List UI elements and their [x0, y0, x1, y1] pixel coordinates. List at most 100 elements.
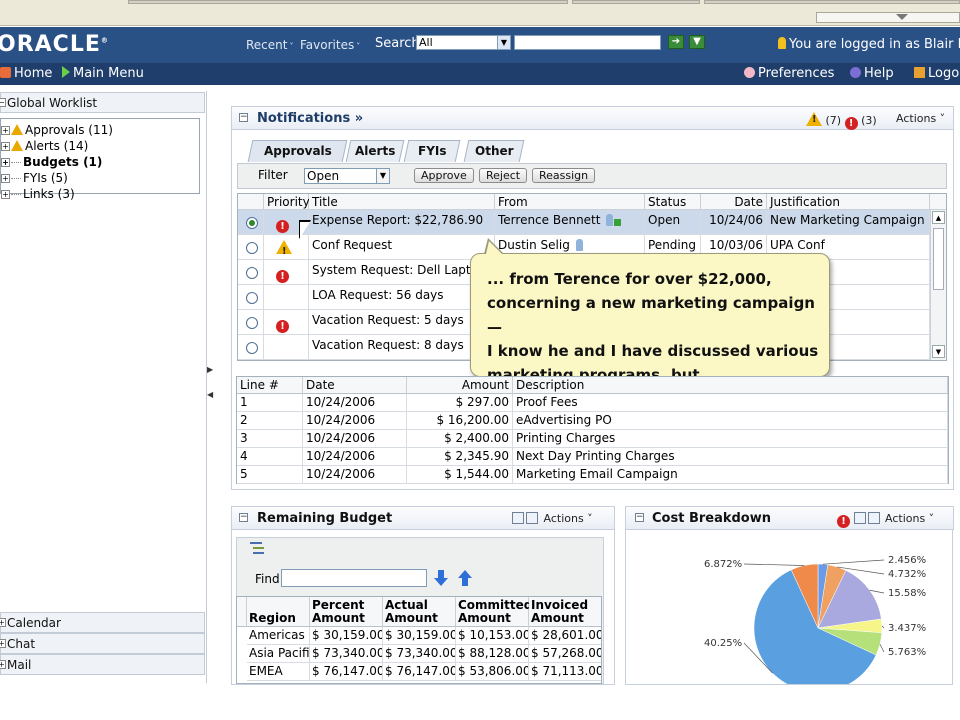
- tree-connector: [11, 178, 21, 179]
- tree-item-alerts[interactable]: + Alerts (14): [1, 139, 88, 155]
- tree-item-fyis[interactable]: + FYIs (5): [1, 171, 68, 187]
- refresh-icon[interactable]: [853, 512, 866, 524]
- row-select-cell[interactable]: [238, 210, 264, 235]
- from-text: Terrence Bennett: [498, 213, 601, 227]
- expand-icon[interactable]: +: [1, 158, 10, 167]
- favorites-menu[interactable]: Favorites ˅: [300, 38, 360, 52]
- title-text[interactable]: Vacation Request: 8 days: [312, 338, 464, 352]
- mail-header[interactable]: + Mail: [0, 654, 205, 675]
- hierarchy-icon[interactable]: [250, 541, 266, 555]
- title-text[interactable]: Conf Request: [312, 238, 392, 252]
- table-row[interactable]: ! Expense Report: $22,786.90 Terrence Benn…: [238, 210, 930, 235]
- column-header-region[interactable]: Region: [247, 597, 310, 627]
- column-header-date[interactable]: Date: [303, 377, 407, 394]
- find-input[interactable]: [281, 569, 427, 587]
- search-scope-select[interactable]: All ▼: [416, 35, 511, 50]
- tree-item-links[interactable]: + Links (3): [1, 187, 75, 203]
- row-select-cell[interactable]: [238, 260, 264, 285]
- expand-icon[interactable]: +: [1, 174, 10, 183]
- row-radio-button[interactable]: [246, 342, 258, 354]
- row-select-cell[interactable]: [238, 335, 264, 360]
- pie-leader-line: [822, 559, 885, 565]
- column-header-justification[interactable]: Justification: [767, 194, 930, 210]
- column-header-amount[interactable]: Amount: [407, 377, 513, 394]
- tree-item-budgets[interactable]: + Budgets (1): [1, 155, 102, 171]
- scroll-down-icon[interactable]: ▼: [932, 345, 945, 358]
- expand-icon[interactable]: +: [0, 618, 6, 627]
- arrow-up-icon[interactable]: [458, 570, 472, 586]
- column-header-priority[interactable]: Priority: [264, 194, 310, 210]
- row-radio-button[interactable]: [246, 267, 258, 279]
- preferences-link[interactable]: Preferences: [744, 66, 834, 81]
- column-header-actual[interactable]: Actual Amount: [383, 597, 456, 627]
- tab-fyis[interactable]: FYIs: [403, 140, 461, 162]
- reassign-button[interactable]: Reassign: [532, 168, 596, 183]
- collapse-right-icon[interactable]: ▶: [207, 365, 215, 383]
- collapse-left-icon[interactable]: ◀: [207, 390, 215, 408]
- column-header-date[interactable]: Date: [701, 194, 767, 210]
- column-header-committed[interactable]: Committed Amount: [456, 597, 532, 627]
- title-text[interactable]: System Request: Dell Laptop: [312, 263, 486, 277]
- notifications-actions-menu[interactable]: Actions ˅: [896, 112, 945, 125]
- vertical-scrollbar[interactable]: ▲ ▼: [930, 210, 946, 360]
- chevron-down-icon[interactable]: [896, 14, 908, 20]
- table-view-icon[interactable]: [867, 512, 880, 524]
- title-text[interactable]: Expense Report: $22,786.90: [312, 213, 483, 227]
- expand-icon[interactable]: +: [1, 142, 10, 151]
- scroll-thumb[interactable]: [933, 228, 944, 290]
- cost-actions-menu[interactable]: ! Actions ˅: [837, 512, 934, 528]
- user-icon[interactable]: [575, 239, 583, 251]
- expand-icon[interactable]: +: [0, 639, 6, 648]
- column-header-invoiced[interactable]: Invoiced Amount: [529, 597, 601, 627]
- logout-link[interactable]: Logo: [914, 66, 959, 81]
- collapse-icon[interactable]: −: [635, 513, 644, 522]
- expand-icon[interactable]: +: [1, 126, 10, 135]
- column-header-description[interactable]: Description: [513, 377, 948, 394]
- title-text[interactable]: Vacation Request: 5 days: [312, 313, 464, 327]
- scroll-up-icon[interactable]: ▲: [932, 211, 945, 224]
- chat-header[interactable]: + Chat: [0, 633, 205, 654]
- row-radio-button[interactable]: [246, 292, 258, 304]
- warning-icon: [276, 240, 292, 260]
- row-radio-button[interactable]: [246, 217, 258, 229]
- tree-item-approvals[interactable]: + Approvals (11): [1, 123, 113, 139]
- collapse-icon[interactable]: −: [239, 513, 248, 522]
- calendar-header[interactable]: + Calendar: [0, 612, 205, 633]
- toolbar-dropdown[interactable]: [816, 12, 960, 23]
- reject-button[interactable]: Reject: [479, 168, 528, 183]
- row-select-cell[interactable]: [238, 285, 264, 310]
- expand-icon[interactable]: +: [1, 190, 10, 199]
- search-go-button[interactable]: ➔: [668, 35, 684, 49]
- row-radio-button[interactable]: [246, 242, 258, 254]
- title-text[interactable]: LOA Request: 56 days: [312, 288, 444, 302]
- column-header-line[interactable]: Line #: [237, 377, 303, 394]
- budget-actions-menu[interactable]: Actions ˅: [512, 512, 593, 525]
- notifications-title[interactable]: Notifications »: [257, 111, 363, 126]
- approve-button[interactable]: Approve: [414, 168, 474, 183]
- help-link[interactable]: Help: [850, 66, 894, 81]
- collapse-icon[interactable]: −: [0, 98, 6, 107]
- user-icon[interactable]: [606, 214, 614, 226]
- tab-alerts[interactable]: Alerts: [345, 140, 405, 162]
- column-header-title[interactable]: Title: [309, 194, 495, 210]
- column-header-status[interactable]: Status: [645, 194, 701, 210]
- tab-other[interactable]: Other: [463, 140, 525, 162]
- column-header-percent[interactable]: Percent Amount: [310, 597, 383, 627]
- main-menu-link[interactable]: Main Menu: [62, 66, 144, 81]
- row-radio-button[interactable]: [246, 317, 258, 329]
- search-input[interactable]: [514, 35, 661, 50]
- row-select-cell[interactable]: [238, 235, 264, 260]
- collapse-icon[interactable]: −: [239, 113, 248, 122]
- search-options-button[interactable]: ▼: [689, 35, 705, 49]
- global-worklist-header[interactable]: − Global Worklist: [0, 92, 205, 113]
- home-link[interactable]: Home: [0, 66, 52, 81]
- expand-icon[interactable]: +: [0, 660, 6, 669]
- row-select-cell[interactable]: [238, 310, 264, 335]
- table-view-icon[interactable]: [526, 512, 538, 524]
- recent-menu[interactable]: Recent ˅: [246, 38, 293, 52]
- filter-select[interactable]: Open ▼: [304, 168, 390, 184]
- refresh-icon[interactable]: [512, 512, 524, 524]
- column-header-from[interactable]: From: [495, 194, 645, 210]
- arrow-down-icon[interactable]: [434, 570, 448, 586]
- tab-approvals[interactable]: Approvals: [247, 140, 348, 162]
